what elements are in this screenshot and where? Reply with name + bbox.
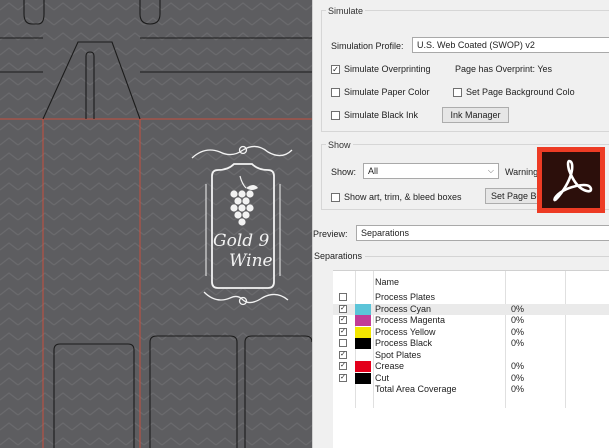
separation-coverage: 0% xyxy=(511,372,525,383)
show-group-title: Show xyxy=(326,140,353,150)
simulate-black-ink-label: Simulate Black Ink xyxy=(344,110,419,120)
simulation-profile-select[interactable]: U.S. Web Coated (SWOP) v2 xyxy=(412,37,609,53)
separation-checkbox[interactable]: ✓ xyxy=(339,362,347,370)
dieline-artwork xyxy=(0,0,312,448)
separation-name: Process Yellow xyxy=(375,326,436,337)
show-boxes-label: Show art, trim, & bleed boxes xyxy=(344,192,462,202)
set-page-background-label: Set Page Background Colo xyxy=(466,87,575,97)
separation-name: Process Plates xyxy=(375,292,436,302)
simulate-paper-color-label: Simulate Paper Color xyxy=(344,87,430,97)
preview-select[interactable]: Separations xyxy=(356,225,609,241)
artwork-canvas[interactable]: Gold 9 Wine xyxy=(0,0,312,448)
separation-swatch xyxy=(355,303,371,315)
simulate-group-title: Simulate xyxy=(326,6,366,16)
separation-coverage: 0% xyxy=(511,303,525,314)
show-boxes-checkbox[interactable] xyxy=(331,193,340,202)
separation-checkbox[interactable]: ✓ xyxy=(339,304,347,313)
logo-text-line2: Wine xyxy=(229,251,273,271)
separation-checkbox[interactable] xyxy=(339,339,347,347)
show-value: All xyxy=(368,166,379,176)
separation-swatch xyxy=(355,361,371,372)
separation-swatch xyxy=(355,338,371,349)
chevron-down-icon: ⌵ xyxy=(487,166,494,175)
simulate-black-ink-checkbox[interactable] xyxy=(331,111,340,120)
separation-coverage: 0% xyxy=(511,361,525,371)
set-page-boxes-button[interactable]: Set Page Bo xyxy=(485,188,542,204)
separation-checkbox[interactable]: ✓ xyxy=(339,373,347,382)
separation-row[interactable]: ✓ Process Magenta 0% xyxy=(333,315,609,326)
separation-coverage: 0% xyxy=(511,384,525,394)
ink-manager-button[interactable]: Ink Manager xyxy=(442,107,509,123)
separation-coverage: 0% xyxy=(511,326,525,337)
show-select[interactable]: All ⌵ xyxy=(363,163,499,179)
separation-row[interactable]: ✓ Process Yellow 0% xyxy=(333,326,609,338)
simulation-profile-label: Simulation Profile: xyxy=(331,41,404,51)
simulate-overprinting-checkbox[interactable]: ✓ xyxy=(331,65,340,74)
simulation-profile-value: U.S. Web Coated (SWOP) v2 xyxy=(417,40,535,50)
separation-row[interactable]: ✓ Spot Plates xyxy=(333,350,609,361)
separation-checkbox[interactable]: ✓ xyxy=(339,316,347,324)
simulate-paper-color-checkbox[interactable] xyxy=(331,88,340,97)
separation-row[interactable]: ✓ Process Cyan 0% xyxy=(333,303,609,315)
separations-title: Separations xyxy=(314,251,363,261)
preview-label: Preview: xyxy=(313,229,348,239)
show-label: Show: xyxy=(331,167,357,177)
preview-value: Separations xyxy=(361,228,410,238)
separation-name: Process Black xyxy=(375,338,433,348)
separation-checkbox[interactable]: ✓ xyxy=(339,327,347,336)
separation-row[interactable]: Total Area Coverage 0% xyxy=(333,384,609,395)
separation-checkbox[interactable] xyxy=(339,293,347,301)
acrobat-glyph-icon xyxy=(553,159,593,202)
separations-divider xyxy=(365,256,609,257)
adobe-acrobat-icon xyxy=(537,147,605,213)
warning-label: Warning xyxy=(505,167,539,177)
output-preview-panel: Simulate Simulation Profile: U.S. Web Co… xyxy=(312,0,609,448)
separation-name: Crease xyxy=(375,361,405,371)
separation-name: Total Area Coverage xyxy=(375,384,457,394)
separation-row[interactable]: Process Plates xyxy=(333,292,609,303)
separation-name: Cut xyxy=(375,372,390,383)
overprint-status: Page has Overprint: Yes xyxy=(455,64,553,74)
separation-row[interactable]: ✓ Crease 0% xyxy=(333,361,609,372)
set-page-background-checkbox[interactable] xyxy=(453,88,462,97)
separation-name: Process Magenta xyxy=(375,315,446,325)
separation-coverage: 0% xyxy=(511,315,525,325)
separation-name: Process Cyan xyxy=(375,303,432,314)
logo-text-line1: Gold 9 xyxy=(213,231,270,251)
separation-swatch xyxy=(355,315,371,326)
separation-coverage: 0% xyxy=(511,338,525,348)
separation-name: Spot Plates xyxy=(375,349,422,360)
separation-swatch xyxy=(355,372,371,384)
separations-table: Name Process Plates ✓ Process Cyan 0% ✓ Proce… xyxy=(333,270,609,448)
separation-swatch xyxy=(355,326,371,338)
simulate-overprinting-label: Simulate Overprinting xyxy=(344,64,431,74)
separation-checkbox[interactable]: ✓ xyxy=(339,350,347,359)
separation-row[interactable]: Process Black 0% xyxy=(333,338,609,349)
separation-row[interactable]: ✓ Cut 0% xyxy=(333,372,609,384)
separations-header-name: Name xyxy=(375,277,400,287)
